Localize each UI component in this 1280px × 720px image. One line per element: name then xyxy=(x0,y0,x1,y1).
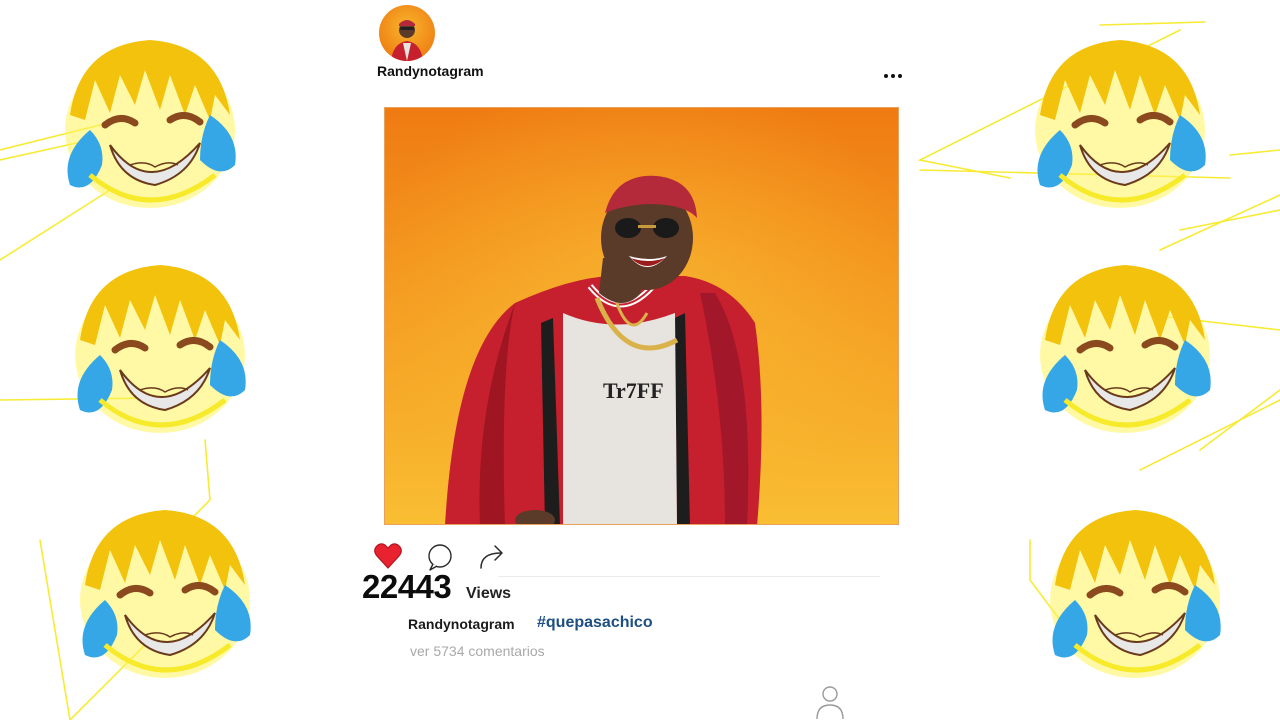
laughing-crying-face-icon xyxy=(1050,510,1221,678)
post-photo-image: Tr7FF xyxy=(385,108,898,524)
views-label: Views xyxy=(466,585,512,602)
caption-hashtag[interactable]: #quepasachico xyxy=(537,614,653,632)
laughing-crying-face-icon xyxy=(75,265,246,433)
avatar-image xyxy=(379,5,435,61)
caption-username[interactable]: Randynotagram xyxy=(408,616,515,632)
share-arrow-icon[interactable] xyxy=(477,541,507,571)
post-photo[interactable]: Tr7FF xyxy=(384,107,899,525)
laughing-crying-face-icon xyxy=(80,510,251,678)
laughing-crying-face-icon xyxy=(65,40,236,208)
laughing-crying-face-icon xyxy=(1035,40,1206,208)
svg-text:Tr7FF: Tr7FF xyxy=(603,378,664,403)
views-count: 22443 xyxy=(362,568,452,605)
action-divider xyxy=(498,576,880,577)
laughing-crying-face-icon xyxy=(1040,265,1211,433)
heart-icon[interactable] xyxy=(373,541,403,571)
profile-icon[interactable] xyxy=(815,685,845,720)
view-comments-link[interactable]: ver 5734 comentarios xyxy=(410,643,545,659)
more-dots-icon[interactable] xyxy=(880,68,906,84)
profile-avatar[interactable] xyxy=(379,5,435,61)
post-username[interactable]: Randynotagram xyxy=(377,63,484,79)
post-screen: Randynotagram Tr7FF 22443 Views Randynot… xyxy=(0,0,1280,720)
